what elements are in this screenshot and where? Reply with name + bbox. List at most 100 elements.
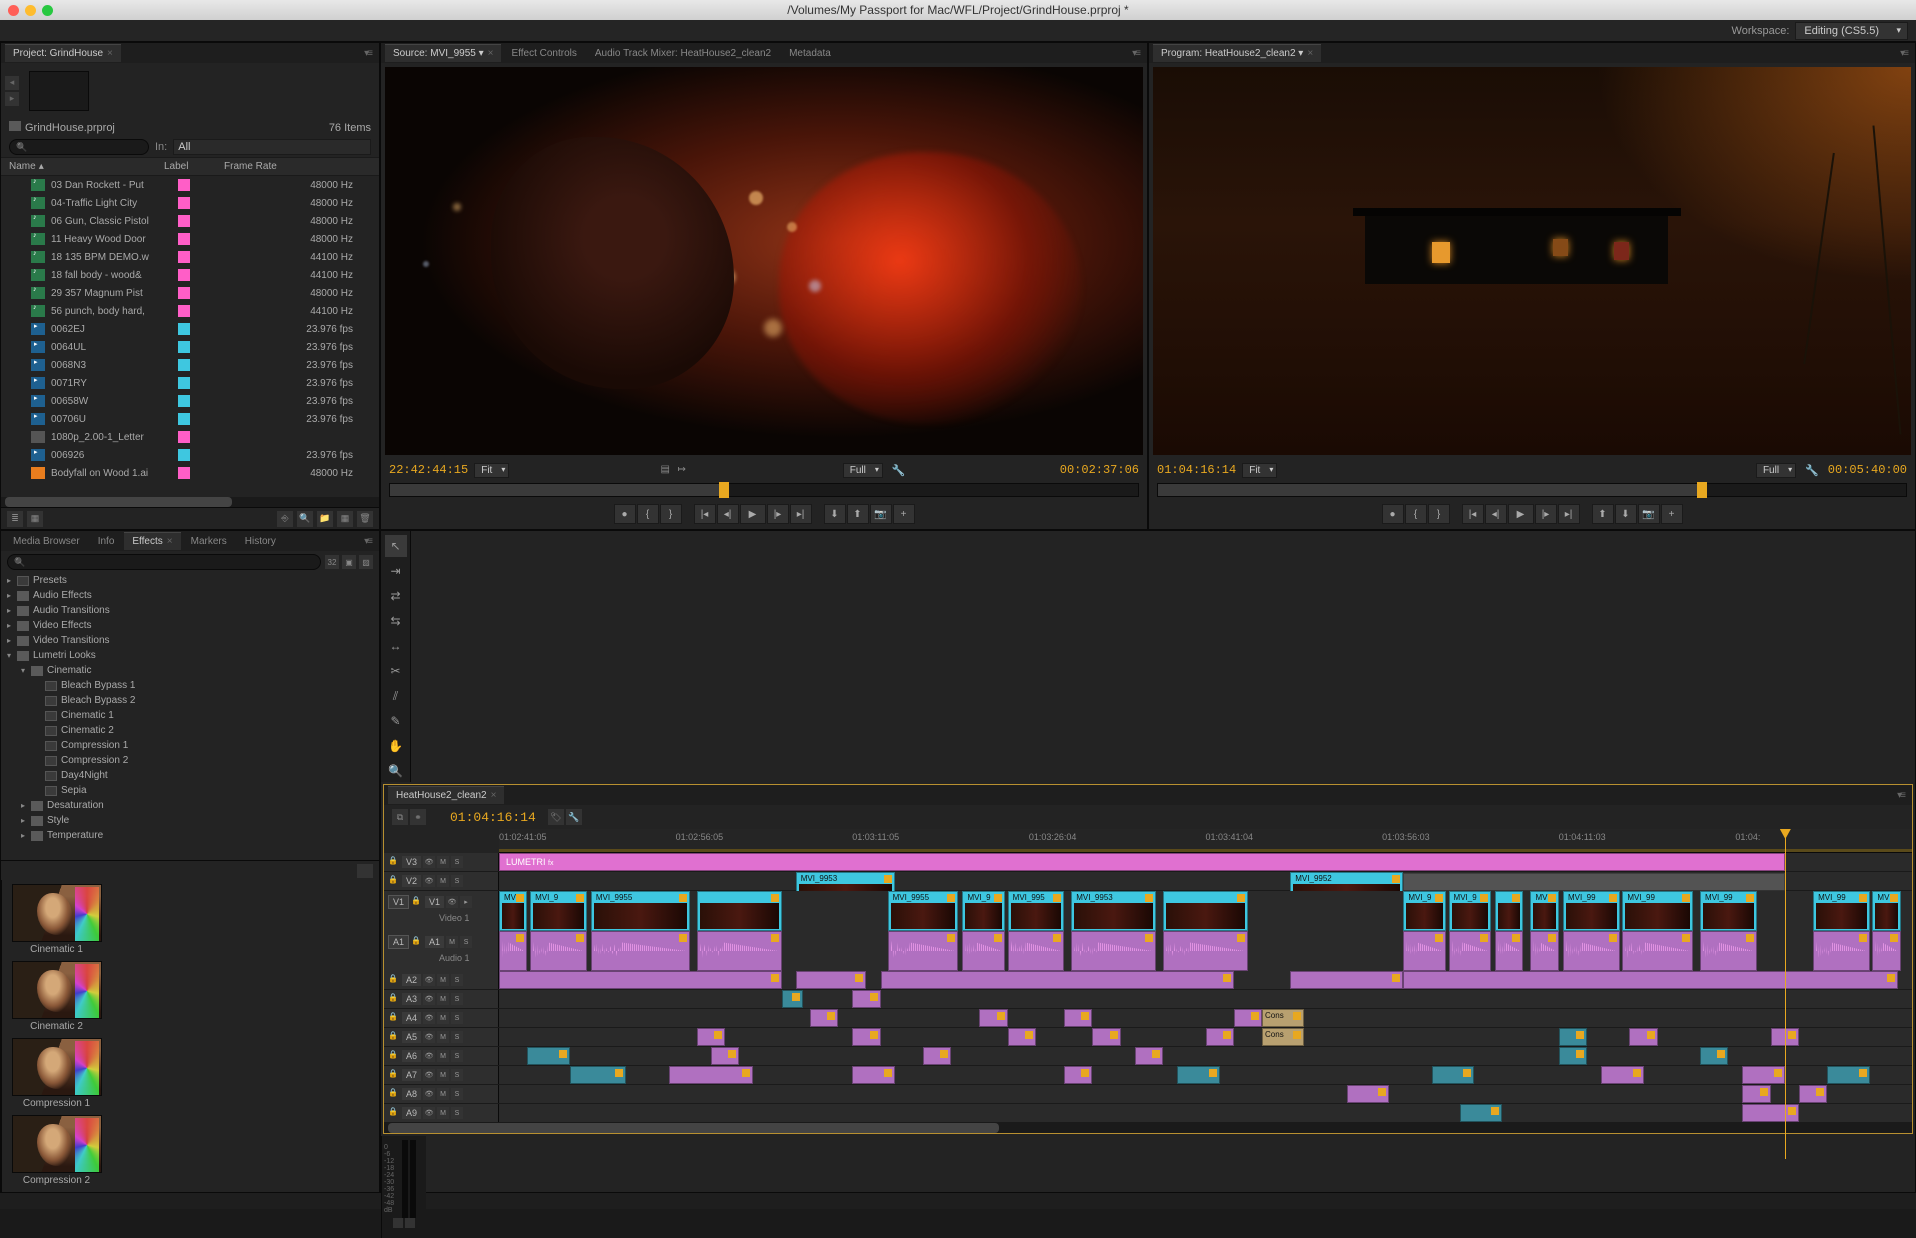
track-lane[interactable]: MVMVI_9MVI_9955MVI_9955MVI_9MVI_995MVI_9…	[499, 891, 1912, 931]
source-zoom-dropdown[interactable]: Fit	[474, 463, 509, 478]
project-item[interactable]: 03 Dan Rockett - Put 48000 Hz	[1, 176, 379, 194]
track-header[interactable]: 🔒 A7 👁 M S	[384, 1066, 499, 1084]
video-clip[interactable]: MVI_9955	[591, 891, 690, 931]
track-header[interactable]: 🔒 A6 👁 M S	[384, 1047, 499, 1065]
list-view-button[interactable]: ≣	[7, 511, 23, 527]
mark-in-button[interactable]: {	[637, 504, 659, 524]
zoom-tool[interactable]: 🔍	[385, 760, 407, 782]
automate-button[interactable]: ⎆	[277, 511, 293, 527]
tab-history[interactable]: History	[237, 533, 284, 550]
audio-clip[interactable]	[697, 1028, 725, 1046]
audio-clip[interactable]	[1700, 1047, 1728, 1065]
settings-button[interactable]: 🔧	[566, 809, 582, 825]
video-clip[interactable]: MVI_9955	[888, 891, 959, 931]
video-clip[interactable]: MVI_995	[1008, 891, 1065, 931]
mute-toggle[interactable]: M	[437, 1050, 449, 1062]
video-clip[interactable]: MVI_99	[1563, 891, 1620, 931]
track-header[interactable]: 🔒 V2 👁 M S	[384, 872, 499, 890]
close-window-button[interactable]	[8, 5, 19, 16]
fx-accel-icon[interactable]: ▣	[342, 555, 356, 569]
button-editor[interactable]: +	[1661, 504, 1683, 524]
step-fwd-button[interactable]: |▸	[1535, 504, 1557, 524]
effects-item[interactable]: ▸Video Effects	[1, 618, 379, 633]
audio-clip[interactable]	[1163, 931, 1248, 971]
project-item[interactable]: 18 135 BPM DEMO.w 44100 Hz	[1, 248, 379, 266]
audio-clip[interactable]	[1799, 1085, 1827, 1103]
mute-toggle[interactable]: M	[437, 1107, 449, 1119]
lock-icon[interactable]: 🔒	[388, 1107, 400, 1119]
step-back-button[interactable]: ◂|	[1485, 504, 1507, 524]
goto-out-button[interactable]: ▸|	[1558, 504, 1580, 524]
nav-back-button[interactable]: ◂	[5, 76, 19, 90]
project-item[interactable]: 0068N3 23.976 fps	[1, 356, 379, 374]
video-clip[interactable]	[1163, 891, 1248, 931]
audio-clip[interactable]	[979, 1009, 1007, 1027]
effects-item[interactable]: ▸Desaturation	[1, 798, 379, 813]
mute-toggle[interactable]: M	[437, 1012, 449, 1024]
track-lane[interactable]: Cons	[499, 1028, 1912, 1046]
timeline-timecode[interactable]: 01:04:16:14	[450, 810, 536, 825]
effects-item[interactable]: ▾Cinematic	[1, 663, 379, 678]
linked-selection-button[interactable]: ⚭	[410, 809, 426, 825]
audio-clip[interactable]	[810, 1009, 838, 1027]
project-item[interactable]: 0062EJ 23.976 fps	[1, 320, 379, 338]
video-clip[interactable]: MVI_99	[1813, 891, 1870, 931]
audio-clip[interactable]	[530, 931, 587, 971]
tab-sequence[interactable]: HeatHouse2_clean2×	[388, 786, 504, 804]
audio-clip[interactable]	[1432, 1066, 1474, 1084]
fx-yuv-icon[interactable]: ▨	[359, 555, 373, 569]
audio-clip[interactable]	[669, 1066, 754, 1084]
video-clip[interactable]: MVI_9	[1403, 891, 1445, 931]
audio-clip[interactable]	[1449, 931, 1491, 971]
track-header[interactable]: 🔒 A5 👁 M S	[384, 1028, 499, 1046]
tab-media-browser[interactable]: Media Browser	[5, 533, 88, 550]
audio-clip[interactable]	[888, 931, 959, 971]
audio-clip[interactable]	[852, 1066, 894, 1084]
effects-item[interactable]: Compression 1	[1, 738, 379, 753]
lock-icon[interactable]: 🔒	[388, 1069, 400, 1081]
audio-clip[interactable]	[499, 971, 782, 989]
audio-clip[interactable]	[1622, 931, 1693, 971]
audio-clip[interactable]	[1495, 931, 1523, 971]
project-item[interactable]: 56 punch, body hard, 44100 Hz	[1, 302, 379, 320]
mark-out-button[interactable]: }	[1428, 504, 1450, 524]
mute-toggle[interactable]: M	[437, 856, 449, 868]
safe-margins-icon[interactable]: ▤	[661, 464, 675, 476]
audio-clip[interactable]	[782, 990, 803, 1008]
source-resolution-dropdown[interactable]: Full	[843, 463, 883, 478]
timeline-ruler[interactable]: 01:02:41:0501:02:56:0501:03:11:0501:03:2…	[499, 829, 1912, 853]
look-preset[interactable]: Cinematic 1	[2, 884, 111, 955]
tab-markers[interactable]: Markers	[183, 533, 235, 550]
effects-item[interactable]: ▸Style	[1, 813, 379, 828]
scrollbar-horizontal[interactable]	[1, 497, 379, 507]
program-resolution-dropdown[interactable]: Full	[1756, 463, 1796, 478]
effects-item[interactable]: Day4Night	[1, 768, 379, 783]
toggle-output[interactable]: 👁	[423, 1088, 435, 1100]
toggle-output[interactable]: 👁	[423, 974, 435, 986]
audio-clip[interactable]	[1092, 1028, 1120, 1046]
track-header[interactable]: 🔒 V3 👁 M S	[384, 853, 499, 871]
lock-icon[interactable]: 🔒	[388, 993, 400, 1005]
video-clip[interactable]	[697, 891, 782, 931]
maximize-window-button[interactable]	[42, 5, 53, 16]
toggle-output[interactable]: 👁	[423, 875, 435, 887]
video-clip[interactable]: MVI_9	[530, 891, 587, 931]
effects-item[interactable]: Sepia	[1, 783, 379, 798]
tab-program[interactable]: Program: HeatHouse2_clean2 ▾×	[1153, 44, 1321, 62]
mute-toggle[interactable]: M	[437, 974, 449, 986]
audio-clip[interactable]	[1742, 1085, 1770, 1103]
video-clip[interactable]	[1495, 891, 1523, 931]
audio-clip[interactable]	[1403, 971, 1898, 989]
project-column-header[interactable]: Name ▴ Label Frame Rate	[1, 157, 379, 176]
project-item[interactable]: 04-Traffic Light City 48000 Hz	[1, 194, 379, 212]
toggle-output[interactable]: 👁	[423, 1031, 435, 1043]
tab-effect-controls[interactable]: Effect Controls	[503, 45, 584, 62]
goto-out-button[interactable]: ▸|	[790, 504, 812, 524]
effects-item[interactable]: ▾Lumetri Looks	[1, 648, 379, 663]
insert-button[interactable]: ⬇	[824, 504, 846, 524]
solo-button[interactable]	[393, 1218, 403, 1228]
settings-icon[interactable]: 🔧	[892, 464, 906, 477]
tab-source[interactable]: Source: MVI_9955 ▾×	[385, 44, 501, 62]
program-scrubber[interactable]	[1157, 483, 1907, 497]
track-header[interactable]: 🔒 A8 👁 M S	[384, 1085, 499, 1103]
